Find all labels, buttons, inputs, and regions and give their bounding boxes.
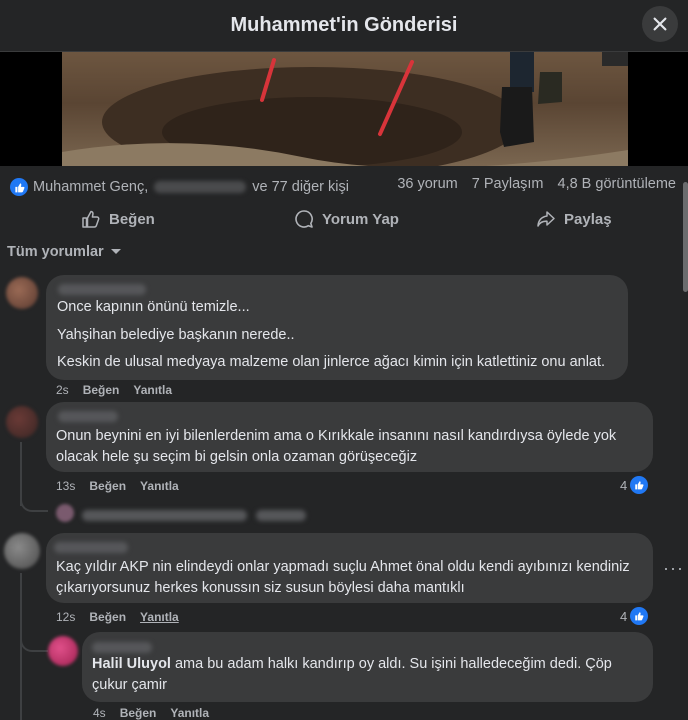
scrollbar-thumb[interactable]: [683, 182, 688, 292]
comment-like-link[interactable]: Beğen: [89, 479, 126, 493]
share-icon: [537, 211, 555, 227]
avatar[interactable]: [6, 277, 38, 309]
shares-count[interactable]: 7 Paylaşım: [472, 176, 544, 192]
comment-line: Once kapının önünü temizle...: [57, 299, 250, 315]
post-actions: Beğen Yorum Yap Paylaş: [0, 204, 688, 234]
comment-time[interactable]: 2s: [56, 383, 69, 397]
reactions-summary[interactable]: Muhammet Genç, ve 77 diğer kişi 36 yorum…: [10, 176, 682, 198]
comment-like-link[interactable]: Beğen: [89, 610, 126, 624]
post-stats: 36 yorum 7 Paylaşım 4,8 B görüntüleme: [397, 176, 676, 192]
thread-connector: [20, 632, 48, 652]
reply-time-blurred: [256, 510, 306, 521]
comment-reply-link[interactable]: Yanıtla: [140, 479, 179, 493]
thumbs-up-icon: [82, 210, 100, 228]
post-media[interactable]: [0, 52, 688, 166]
comment-time[interactable]: 13s: [56, 479, 75, 493]
comment-reactions[interactable]: 4: [620, 607, 649, 625]
dialog-header: Muhammet'in Gönderisi: [0, 0, 688, 52]
comment-meta: 13s Beğen Yanıtla: [56, 479, 179, 493]
avatar[interactable]: [4, 533, 40, 569]
reaction-author-name[interactable]: Muhammet Genç,: [33, 179, 148, 195]
comment-time[interactable]: 12s: [56, 610, 75, 624]
avatar[interactable]: [6, 406, 38, 438]
reaction-others[interactable]: ve 77 diğer kişi: [252, 179, 349, 195]
reply-meta: 4s Beğen Yanıtla: [93, 706, 209, 720]
sort-label: Tüm yorumlar: [7, 244, 104, 260]
close-icon: [653, 17, 667, 31]
reply-text: Halil Uluyol ama bu adam halkı kandırıp …: [92, 654, 642, 696]
more-options-button[interactable]: ···: [663, 558, 684, 579]
comment-like-link[interactable]: Beğen: [83, 383, 120, 397]
like-label: Beğen: [109, 210, 155, 228]
reply-reply-link[interactable]: Yanıtla: [170, 706, 209, 720]
comment-reply-link[interactable]: Yanıtla: [133, 383, 172, 397]
comments-count[interactable]: 36 yorum: [397, 176, 457, 192]
view-replies-blurred[interactable]: [82, 510, 247, 521]
commenter-name-blurred[interactable]: [54, 542, 128, 553]
reply-time[interactable]: 4s: [93, 706, 106, 720]
comment-bubble: Kaç yıldır AKP nin elindeydi onlar yapma…: [46, 533, 653, 603]
dialog-title: Muhammet'in Gönderisi: [230, 14, 458, 36]
comment-meta: 2s Beğen Yanıtla: [56, 383, 172, 397]
reply-bubble: Halil Uluyol ama bu adam halkı kandırıp …: [82, 632, 653, 702]
like-button[interactable]: Beğen: [81, 204, 155, 234]
comment-sort-dropdown[interactable]: Tüm yorumlar: [7, 244, 122, 260]
reply-like-link[interactable]: Beğen: [120, 706, 157, 720]
comment-line: Keskin de ulusal medyaya malzeme olan ji…: [57, 354, 606, 370]
comment-meta: 12s Beğen Yanıtla: [56, 610, 179, 624]
reaction-count: 4: [620, 608, 628, 624]
mention-link[interactable]: Halil Uluyol: [92, 656, 171, 672]
like-reaction-icon: [630, 476, 649, 494]
commenter-name-blurred[interactable]: [58, 411, 118, 422]
comment-reactions[interactable]: 4: [620, 476, 649, 494]
close-button[interactable]: [642, 6, 678, 42]
comment-text: Onun beynini en iyi bilenlerdenim ama o …: [56, 428, 617, 465]
comment-icon: [295, 210, 313, 228]
like-reaction-icon: [10, 178, 28, 196]
comment-reply-link[interactable]: Yanıtla: [140, 610, 179, 624]
comment-bubble: Onun beynini en iyi bilenlerdenim ama o …: [46, 402, 653, 472]
scrollbar[interactable]: [682, 172, 688, 720]
comment-text: Kaç yıldır AKP nin elindeydi onlar yapma…: [56, 559, 630, 596]
comment-bubble: Once kapının önünü temizle... Yahşihan b…: [46, 275, 628, 380]
comment-line: Yahşihan belediye başkanın nerede..: [57, 327, 295, 343]
like-reaction-icon: [630, 607, 649, 625]
blurred-name: [154, 181, 247, 193]
thread-connector: [20, 496, 48, 512]
avatar[interactable]: [48, 636, 78, 666]
views-count: 4,8 B görüntüleme: [557, 176, 677, 192]
avatar[interactable]: [56, 504, 74, 522]
comment-label: Yorum Yap: [322, 210, 399, 228]
commenter-name-blurred[interactable]: [92, 642, 152, 653]
comment-button[interactable]: Yorum Yap: [294, 204, 399, 234]
share-button[interactable]: Paylaş: [536, 204, 612, 234]
post-image: [62, 52, 628, 166]
share-label: Paylaş: [564, 210, 612, 228]
commenter-name-blurred[interactable]: [58, 284, 146, 295]
caret-down-icon: [110, 249, 121, 254]
reaction-count: 4: [620, 477, 628, 493]
